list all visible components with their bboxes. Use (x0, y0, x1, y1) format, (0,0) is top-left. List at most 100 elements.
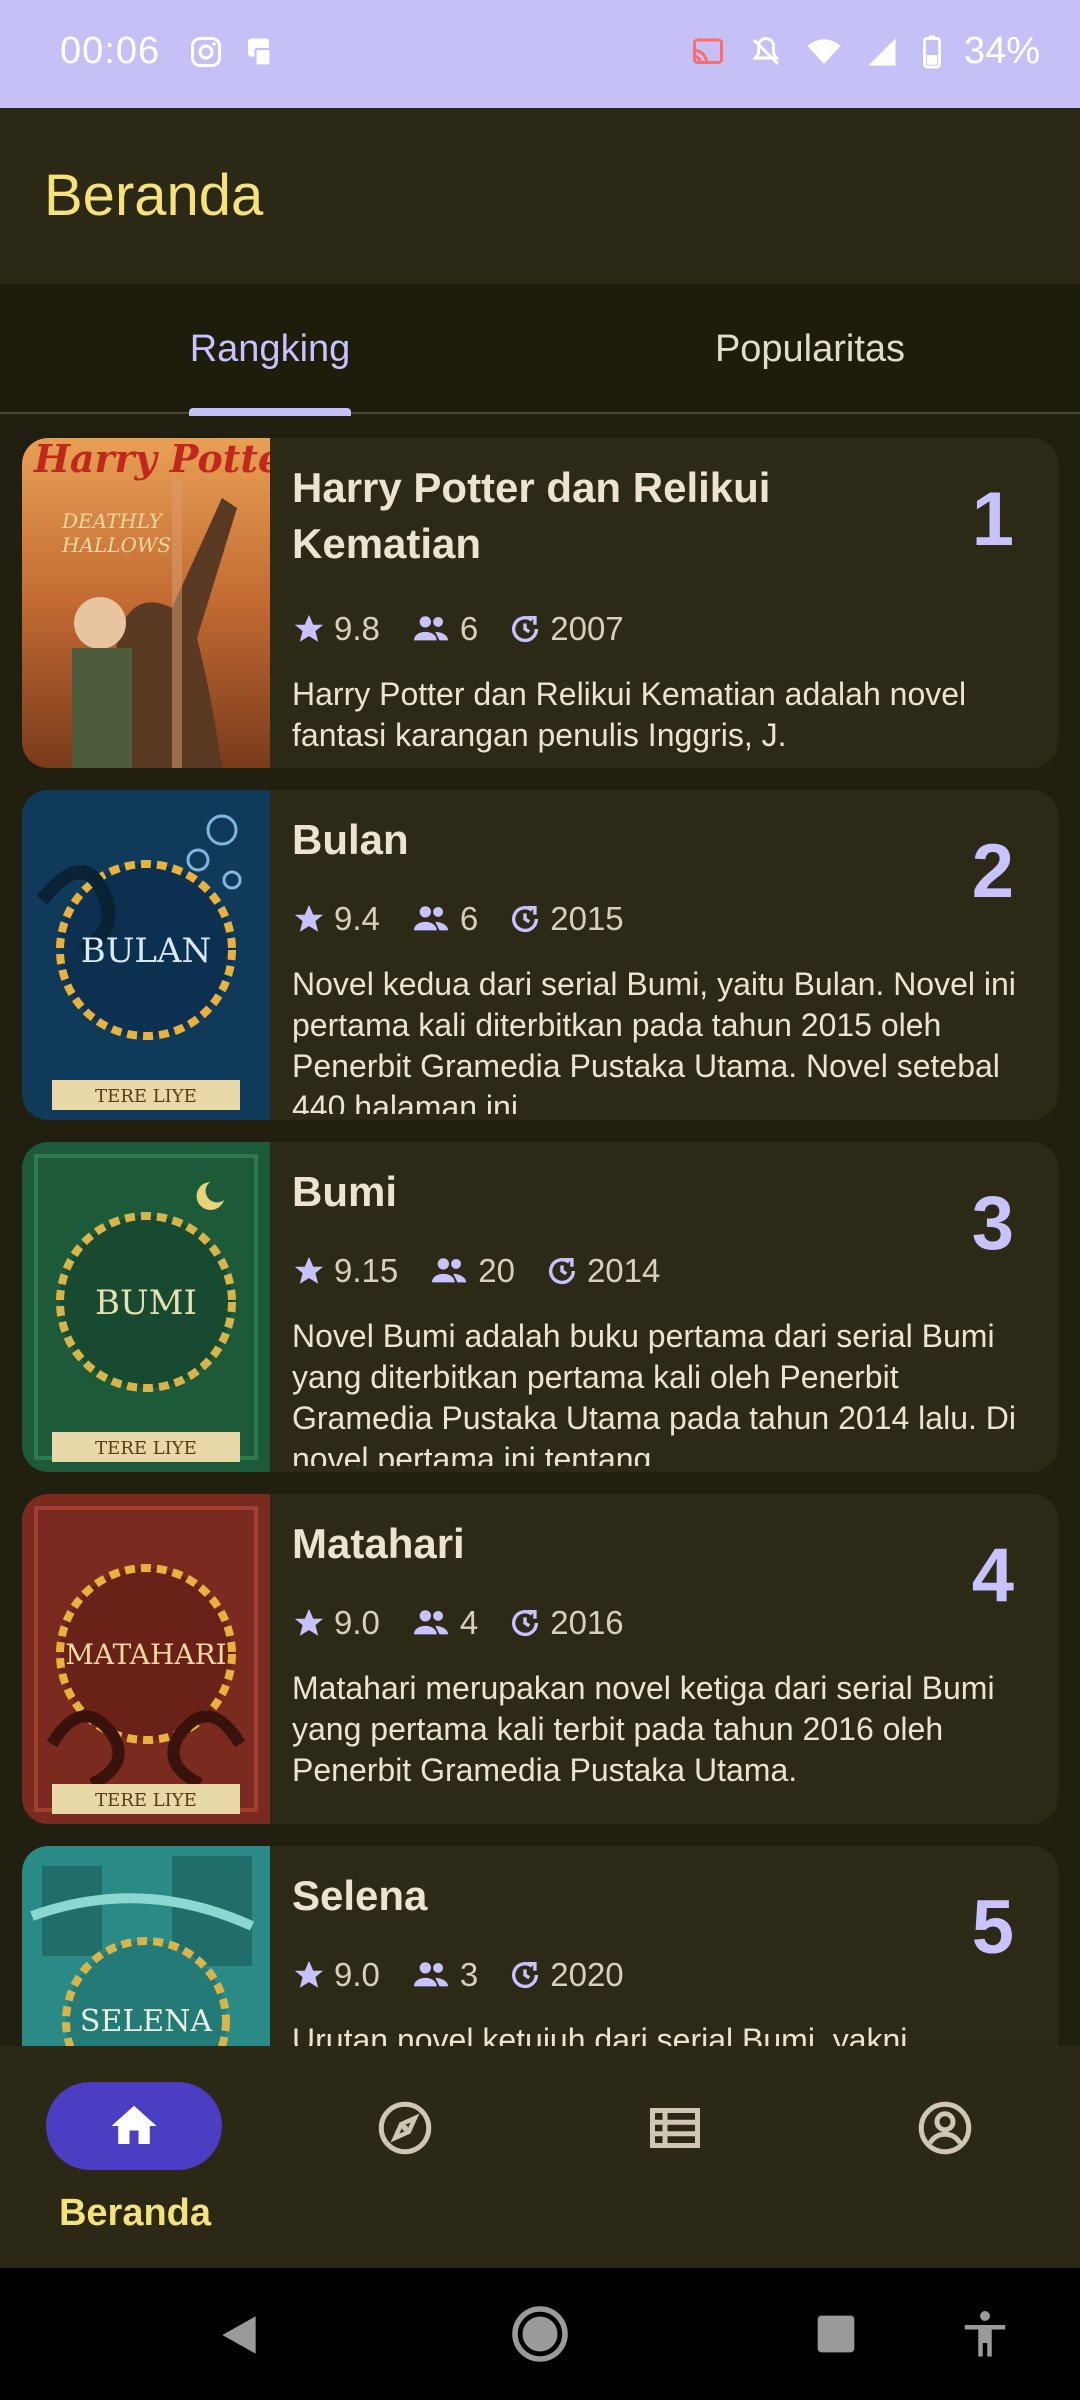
recents-icon[interactable] (814, 2312, 858, 2356)
book-year: 2016 (550, 1604, 624, 1641)
battery-percent: 34% (963, 30, 1040, 72)
svg-text:MATAHARI: MATAHARI (65, 1638, 227, 1671)
tab-rangking[interactable]: Rangking (0, 284, 540, 414)
accessibility-icon[interactable] (958, 2304, 1012, 2364)
book-rating: 9.0 (334, 1604, 380, 1641)
svg-text:BUMI: BUMI (95, 1283, 197, 1323)
book-cover-image: BULAN TERE LIYE (22, 790, 270, 1120)
compass-icon (378, 2101, 432, 2155)
history-icon (512, 615, 539, 643)
nav-item-explore[interactable] (270, 2046, 540, 2268)
book-description: Novel Bumi adalah buku pertama dari seri… (292, 1318, 1016, 1466)
app-bar: Beranda (0, 108, 1080, 284)
tab-popularitas-label: Popularitas (714, 327, 906, 370)
svg-text:SELENA: SELENA (80, 2004, 213, 2039)
book-year: 2015 (550, 900, 624, 937)
svg-text:TERE LIYE: TERE LIYE (95, 1438, 197, 1459)
battery-icon (923, 35, 941, 68)
book-members: 20 (478, 1252, 515, 1289)
home-button-icon[interactable] (510, 2304, 570, 2364)
book-rank: 3 (971, 1181, 1014, 1266)
book-year: 2014 (586, 1252, 661, 1289)
book-meta: 9.4 6 2015 (292, 900, 654, 938)
nav-active-indicator (46, 2082, 222, 2170)
people-icon (413, 1610, 448, 1635)
mute-bell-icon (752, 36, 780, 65)
star-icon (294, 1608, 324, 1636)
book-rating: 9.8 (334, 610, 380, 647)
svg-text:Harry Potter: Harry Potter (33, 438, 270, 481)
book-meta: 9.0 4 2016 (292, 1604, 654, 1642)
star-icon (294, 904, 324, 932)
tab-bar: Rangking Popularitas (0, 284, 1080, 416)
history-icon (512, 1961, 539, 1989)
app-notification-icon (248, 38, 272, 67)
star-icon (294, 614, 324, 642)
book-card[interactable]: BULAN TERE LIYE Bulan 2 9.4 6 2015 Novel… (22, 790, 1058, 1120)
system-navigation-bar (0, 2268, 1080, 2400)
account-icon (918, 2101, 972, 2155)
tab-rangking-label: Rangking (189, 327, 351, 370)
book-meta: 9.15 20 2014 (292, 1252, 690, 1290)
svg-text:TERE LIYE: TERE LIYE (95, 1790, 197, 1811)
book-card[interactable]: SELENA Selena 5 9.0 3 2020 Urutan novel … (22, 1846, 1058, 2046)
book-cover-image: BUMI TERE LIYE (22, 1142, 270, 1472)
history-icon (548, 1257, 575, 1285)
book-members: 3 (459, 1956, 479, 1993)
tab-popularitas[interactable]: Popularitas (540, 284, 1080, 414)
instagram-icon (191, 37, 221, 67)
nav-item-profile[interactable] (810, 2046, 1080, 2268)
book-meta: 9.0 3 2020 (292, 1956, 654, 1994)
page-title: Beranda (44, 163, 264, 228)
svg-text:BULAN: BULAN (81, 931, 212, 971)
svg-text:DEATHLY: DEATHLY (61, 509, 164, 533)
book-rating: 9.15 (334, 1252, 399, 1289)
nav-item-beranda[interactable]: Beranda (0, 2046, 270, 2268)
svg-text:TERE LIYE: TERE LIYE (95, 1086, 197, 1107)
book-rank: 2 (971, 829, 1014, 914)
signal-icon (868, 38, 896, 65)
book-list[interactable]: Harry Potter DEATHLY HALLOWS Harry Potte… (0, 414, 1080, 2046)
book-title: Bulan (292, 816, 409, 863)
book-members: 6 (459, 900, 479, 937)
status-system-icons: 34% (688, 30, 1040, 73)
book-description: Novel kedua dari serial Bumi, yaitu Bula… (292, 966, 1016, 1114)
book-card[interactable]: MATAHARI TERE LIYE Matahari 4 9.0 4 2016… (22, 1494, 1058, 1824)
list-icon (650, 2108, 700, 2148)
book-cover-image: MATAHARI TERE LIYE (22, 1494, 270, 1824)
home-icon (111, 2105, 157, 2144)
history-icon (512, 905, 539, 933)
book-description: Harry Potter dan Relikui Kematian adalah… (292, 676, 967, 753)
history-icon (512, 1609, 539, 1637)
book-description: Matahari merupakan novel ketiga dari ser… (292, 1670, 995, 1788)
wifi-icon (807, 38, 841, 64)
people-icon (413, 616, 448, 641)
book-year: 2020 (550, 1956, 624, 1993)
status-time: 00:06 (60, 30, 161, 72)
book-rank: 1 (971, 477, 1014, 562)
book-members: 6 (459, 610, 479, 647)
book-title: Matahari (292, 1520, 465, 1567)
people-icon (413, 1962, 448, 1987)
people-icon (413, 906, 448, 931)
book-members: 4 (459, 1604, 479, 1641)
book-card[interactable]: Harry Potter DEATHLY HALLOWS Harry Potte… (22, 438, 1058, 768)
star-icon (294, 1256, 324, 1284)
nav-item-list[interactable] (540, 2046, 810, 2268)
book-card[interactable]: BUMI TERE LIYE Bumi 3 9.15 20 2014 Novel… (22, 1142, 1058, 1472)
nav-label-beranda: Beranda (58, 2192, 212, 2234)
book-cover-image: Harry Potter DEATHLY HALLOWS (22, 438, 270, 768)
people-icon (432, 1258, 467, 1283)
book-title: Bumi (292, 1168, 397, 1215)
book-rank: 4 (971, 1533, 1014, 1618)
bottom-navigation: Beranda (0, 2046, 1080, 2268)
cast-icon (692, 38, 723, 64)
status-bar: 00:06 34% (0, 0, 1080, 108)
book-description: Urutan novel ketujuh dari serial Bumi, y… (292, 2022, 908, 2046)
status-notification-icons (188, 34, 278, 70)
book-meta: 9.8 6 2007 (292, 610, 654, 648)
book-title: Selena (292, 1872, 428, 1919)
svg-text:HALLOWS: HALLOWS (61, 533, 171, 557)
book-rank: 5 (971, 1885, 1014, 1970)
back-icon[interactable] (214, 2308, 264, 2362)
